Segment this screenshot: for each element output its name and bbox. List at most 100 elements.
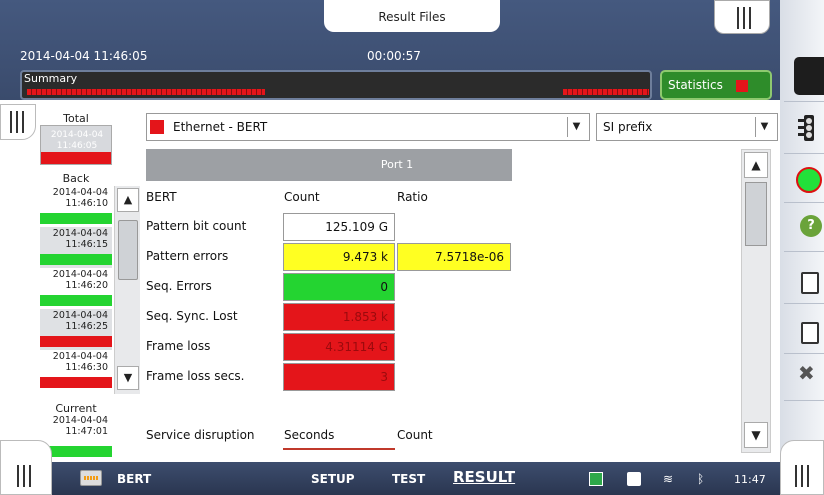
count-cell: 1.853 k [283, 303, 395, 331]
status-bar-green [40, 213, 112, 224]
row-label: Pattern errors [146, 249, 229, 263]
service-disruption-seconds-header: Seconds [284, 428, 335, 442]
service-disruption-count-header: Count [397, 428, 433, 442]
history-item[interactable]: 2014-04-04 11:46:15 [40, 227, 112, 268]
top-drawer-handle[interactable] [714, 0, 770, 34]
history-scrollbar[interactable]: ▲ ▼ [114, 186, 140, 394]
history-date: 2014-04-04 [52, 269, 108, 280]
chevron-down-icon: ▼ [567, 117, 585, 137]
traffic-light-icon[interactable] [796, 113, 822, 143]
summary-error-strip [27, 89, 265, 95]
toolbar-divider [784, 101, 824, 102]
toolbar-divider [784, 303, 824, 304]
chevron-down-icon[interactable]: ▼ [117, 366, 139, 390]
report-icon[interactable] [801, 272, 819, 294]
column-underline [283, 448, 395, 450]
left-drawer-handle[interactable] [0, 104, 36, 140]
status-bar-red [41, 152, 111, 164]
result-files-tab[interactable]: Result Files [324, 0, 500, 32]
row-label: Pattern bit count [146, 219, 247, 233]
chevron-down-icon[interactable]: ▼ [744, 422, 768, 448]
toolbar-top-button[interactable] [794, 57, 824, 95]
service-disruption-label: Service disruption [146, 428, 255, 442]
bottom-left-drawer-handle[interactable] [0, 440, 52, 495]
port-header: Port 1 [282, 149, 512, 181]
status-bar-red [40, 377, 112, 388]
total-label: Total [63, 112, 89, 125]
toolbar-divider [784, 202, 824, 203]
table-header-blank [146, 149, 282, 181]
chevron-down-icon: ▼ [755, 117, 773, 137]
prefix-select[interactable]: SI prefix ▼ [596, 113, 778, 141]
count-cell: 125.109 G [283, 213, 395, 241]
grip-icon [795, 465, 809, 487]
toolbar-divider [784, 353, 824, 354]
statistics-button[interactable]: Statistics [660, 70, 772, 100]
count-cell: 9.473 k [283, 243, 395, 271]
history-date: 2014-04-04 [52, 351, 108, 362]
prefix-select-value: SI prefix [603, 120, 653, 134]
current-label: Current [55, 402, 97, 415]
column-header-bert: BERT [146, 190, 177, 204]
app-name: BERT [117, 472, 152, 486]
current-date: 2014-04-04 [52, 415, 108, 426]
main-scrollbar[interactable]: ▲ ▼ [741, 149, 771, 453]
interface-select[interactable]: Ethernet - BERT ▼ [146, 113, 590, 141]
current-time: 11:47:01 [65, 426, 108, 437]
date-time: 2014-04-04 11:46:05 [20, 49, 148, 63]
bottom-right-drawer-handle[interactable] [780, 440, 824, 495]
grip-icon [10, 111, 24, 133]
toolbar-divider [784, 251, 824, 252]
clock: 11:47 [734, 473, 766, 486]
elapsed-time: 00:00:57 [367, 49, 421, 63]
camera-icon [627, 472, 641, 486]
history-date: 2014-04-04 [52, 228, 108, 239]
grip-icon [17, 465, 31, 487]
bert-app-icon[interactable] [80, 470, 102, 486]
tab-setup[interactable]: SETUP [311, 472, 355, 486]
history-item[interactable]: 2014-04-04 11:46:20 [40, 268, 112, 309]
total-history-item[interactable]: 2014-04-04 11:46:05 [40, 125, 112, 165]
count-cell: 0 [283, 273, 395, 301]
statistics-label: Statistics [668, 78, 723, 92]
wifi-icon: ≋ [663, 472, 674, 486]
back-label: Back [62, 172, 90, 185]
row-label: Frame loss [146, 339, 211, 353]
history-item[interactable]: 2014-04-04 11:46:10 [40, 186, 112, 227]
total-date: 2014-04-04 [50, 130, 104, 140]
count-cell: 3 [283, 363, 395, 391]
history-list: 2014-04-04 11:46:10 2014-04-04 11:46:15 20… [40, 186, 112, 398]
total-time: 11:46:05 [56, 141, 98, 151]
tab-test[interactable]: TEST [392, 472, 425, 486]
toolbar-divider [784, 400, 824, 401]
history-time: 11:46:10 [65, 198, 108, 209]
chevron-up-icon[interactable]: ▲ [117, 188, 139, 212]
history-item[interactable]: 2014-04-04 11:46:30 [40, 350, 112, 391]
history-scroll-thumb[interactable] [118, 220, 138, 280]
column-header-count: Count [284, 190, 320, 204]
history-date: 2014-04-04 [52, 187, 108, 198]
chevron-up-icon[interactable]: ▲ [744, 152, 768, 178]
status-bar-green [40, 295, 112, 306]
help-icon[interactable]: ? [800, 215, 822, 237]
tab-result[interactable]: RESULT [453, 468, 515, 486]
row-label: Seq. Errors [146, 279, 212, 293]
history-time: 11:46:25 [65, 321, 108, 332]
edit-report-icon[interactable] [801, 322, 819, 344]
history-item[interactable]: 2014-04-04 11:46:25 [40, 309, 112, 350]
record-icon[interactable] [796, 167, 822, 193]
count-cell: 4.31114 G [283, 333, 395, 361]
history-time: 11:46:15 [65, 239, 108, 250]
tools-icon[interactable]: ✖ [798, 361, 815, 385]
grip-icon [737, 7, 751, 29]
summary-bar[interactable] [20, 70, 652, 100]
summary-error-strip [563, 89, 649, 95]
toolbar-divider [784, 153, 824, 154]
history-time: 11:46:30 [65, 362, 108, 373]
ratio-cell: 7.5718e-06 [397, 243, 511, 271]
status-swatch [150, 120, 164, 134]
summary-label: Summary [24, 72, 78, 85]
main-scroll-thumb[interactable] [745, 182, 767, 246]
status-indicator [736, 80, 748, 92]
history-date: 2014-04-04 [52, 310, 108, 321]
